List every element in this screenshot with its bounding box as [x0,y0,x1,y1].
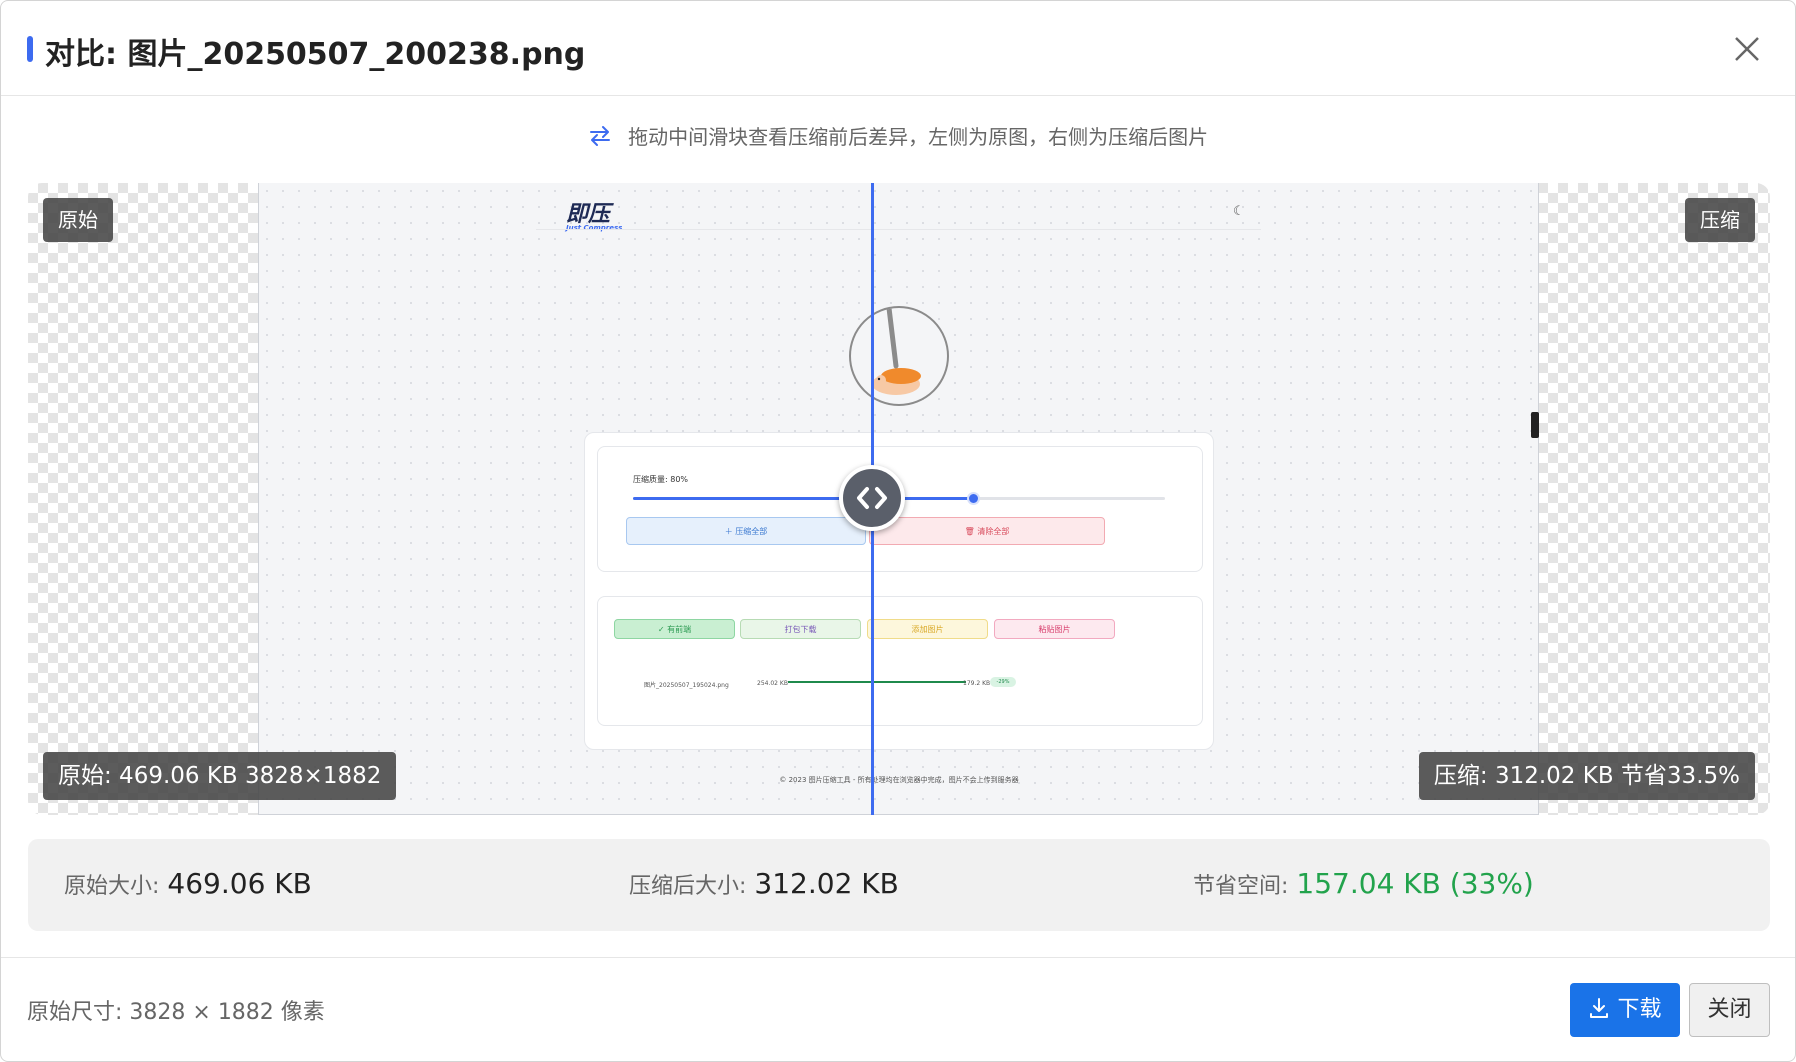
pack-download-button[interactable]: 打包下载 [740,619,861,639]
original-label-badge: 原始 [43,198,113,242]
close-icon[interactable] [1727,29,1767,69]
stat-original-value: 469.06 KB [167,867,312,900]
clear-all-button[interactable]: 🗑 清除全部 [869,517,1105,545]
moon-icon: ☾ [1233,204,1245,219]
dialog-title: 对比: 图片_20250507_200238.png [45,37,586,72]
file-new-size: 179.2 KB [963,680,991,687]
stat-compressed-value: 312.02 KB [754,867,899,900]
stat-original: 原始大小: 469.06 KB [64,867,312,900]
quality-label: 压缩质量: 80% [633,475,689,484]
stat-saved: 节省空间: 157.04 KB (33%) [1193,867,1534,900]
stat-saved-value: 157.04 KB (33%) [1296,867,1534,900]
stat-compressed: 压缩后大小: 312.02 KB [629,867,899,900]
download-icon [1590,998,1609,1018]
compare-dialog: 对比: 图片_20250507_200238.png 拖动中间滑块查看压缩前后差… [0,0,1796,1062]
file-saving-badge: -29% [990,677,1016,687]
compress-all-button[interactable]: ＋ 压缩全部 [626,517,866,545]
preview-logo-sub: Just Compress [566,224,623,232]
compare-hint: 拖动中间滑块查看压缩前后差异，左侧为原图，右侧为压缩后图片 [1,121,1795,150]
swap-icon [589,125,610,146]
mascot-illustration [849,306,949,406]
preview-logo: 即压 Just Compress [566,196,622,232]
close-button[interactable]: 关闭 [1689,983,1770,1037]
quality-slider-knob[interactable] [967,492,981,505]
file-name: 图片_20250507_195024.png [644,682,729,689]
hint-text: 拖动中间滑块查看压缩前后差异，左侧为原图，右侧为压缩后图片 [628,125,1209,149]
stat-original-label: 原始大小: [64,874,160,899]
preview-list-card: ✓ 有前端 打包下载 添加图片 粘贴图片 图片_20250507_195024.… [597,596,1203,726]
preview-header-divider [536,229,1261,230]
paste-image-button[interactable]: 粘贴图片 [994,619,1115,639]
title-accent-bar [27,36,33,62]
download-button[interactable]: 下载 [1570,983,1680,1037]
done-button[interactable]: ✓ 有前端 [614,619,735,639]
compressed-label-badge: 压缩 [1685,198,1755,242]
file-progress-bar [788,681,966,683]
stat-saved-label: 节省空间: [1193,874,1289,899]
download-label: 下载 [1617,997,1662,1022]
stat-compressed-label: 压缩后大小: [629,874,747,899]
quality-slider-fill [633,497,974,500]
drag-handle-icon[interactable] [839,465,905,531]
stats-bar: 原始大小: 469.06 KB 压缩后大小: 312.02 KB 节省空间: 157.… [28,839,1770,931]
dialog-footer: 原始尺寸: 3828 × 1882 像素 下载 关闭 [1,957,1795,1061]
add-image-button[interactable]: 添加图片 [867,619,988,639]
edge-tab [1531,412,1539,438]
original-dimensions: 原始尺寸: 3828 × 1882 像素 [27,1000,325,1025]
preview-footer-text: © 2023 图片压缩工具 - 所有处理均在浏览器中完成，图片不会上传到服务器 [779,776,1019,784]
dialog-header: 对比: 图片_20250507_200238.png [1,1,1795,96]
file-original-size: 254.02 KB [757,680,788,687]
